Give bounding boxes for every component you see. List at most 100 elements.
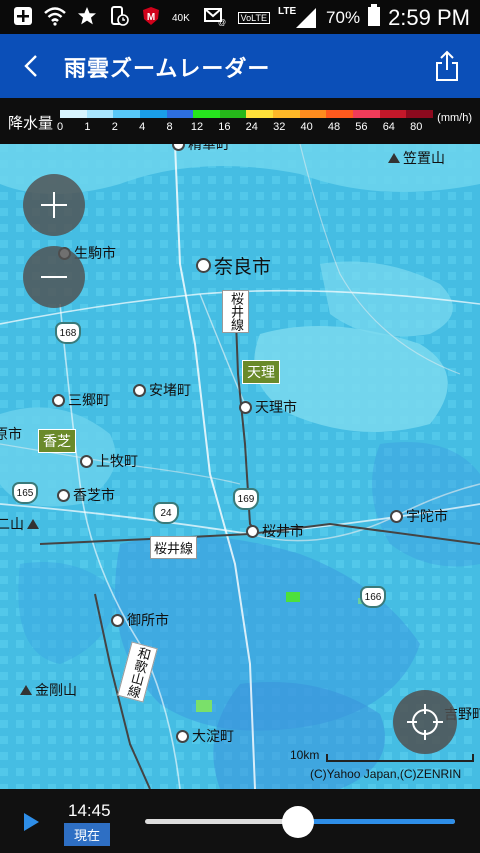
- plus-icon: [41, 192, 67, 218]
- place-dot: [176, 729, 189, 743]
- timeline-remaining: [298, 819, 455, 824]
- mountain-label: 二山: [0, 514, 39, 534]
- place-dot: [52, 393, 65, 407]
- place-dot: [57, 488, 70, 502]
- map-scale-bar: 10km: [290, 748, 474, 762]
- legend-tick-label: 2: [111, 121, 118, 133]
- legend-tick-label: 40: [300, 121, 313, 133]
- status-bar: M 40K @ VoLTE LTE 70% 2:59 PM: [0, 0, 480, 34]
- precipitation-legend: 降水量 0 1 2 4 8 12 16 24 32 40 48 56 64 80 (mm/h): [0, 98, 480, 144]
- app-bar: 雨雲ズームレーダー: [0, 34, 480, 98]
- map-copyright: (C)Yahoo Japan,(C)ZENRIN: [310, 767, 462, 781]
- place-label: 奈良市: [196, 252, 271, 279]
- legend-color-swatch: [60, 110, 87, 118]
- place-label: 安堵町: [133, 380, 191, 400]
- mcafee-icon: M: [140, 5, 162, 27]
- place-dot: [172, 144, 185, 151]
- legend-color-swatch: [353, 110, 380, 118]
- mountain-name: 笠置山: [403, 151, 445, 167]
- legend-ticks: 0 1 2 4 8 12 16 24 32 40 48 56 64 80: [52, 121, 432, 135]
- place-name: 奈良市: [214, 256, 272, 278]
- wifi-icon: [44, 5, 66, 27]
- chevron-left-icon: [24, 55, 37, 77]
- legend-tick-label: 1: [84, 121, 91, 133]
- volte-badge: VoLTE: [237, 11, 271, 24]
- place-label: 三郷町: [52, 390, 110, 410]
- star-icon: [76, 5, 98, 27]
- legend-color-swatch: [86, 110, 114, 118]
- legend-tick-label: 4: [139, 121, 146, 133]
- route-shield: 168: [55, 322, 81, 344]
- place-label: 宇陀市: [390, 506, 448, 526]
- svg-text:@: @: [218, 18, 226, 26]
- legend-color-swatch: [139, 110, 167, 118]
- svg-text:M: M: [147, 12, 155, 23]
- place-label: 上牧町: [80, 451, 138, 471]
- zoom-in-button[interactable]: [23, 174, 85, 236]
- legend-color-swatch: [379, 110, 407, 118]
- current-location-button[interactable]: [393, 690, 457, 754]
- mountain-icon: [27, 519, 39, 529]
- place-name: 御所市: [127, 613, 169, 629]
- place-name: 香芝市: [73, 488, 115, 504]
- zoom-out-button[interactable]: [23, 246, 85, 308]
- legend-tick-label: 48: [327, 121, 341, 133]
- mountain-label: 金剛山: [20, 680, 77, 700]
- route-shield: 24: [153, 502, 179, 524]
- share-button[interactable]: [432, 50, 462, 82]
- page-title: 雨雲ズームレーダー: [64, 57, 271, 82]
- timeline-slider-thumb[interactable]: [282, 806, 314, 838]
- data-speed-icon: 40K: [172, 5, 194, 27]
- lte-text: LTE: [278, 5, 297, 17]
- playback-time: 14:45: [68, 801, 111, 820]
- place-name: 精華町: [188, 144, 230, 153]
- signal-icon: LTE: [278, 6, 318, 30]
- place-dot: [196, 258, 211, 273]
- legend-tick-label: 24: [245, 121, 258, 133]
- legend-label: 降水量: [8, 114, 54, 132]
- place-name: 三郷町: [68, 393, 110, 409]
- back-button[interactable]: [18, 52, 46, 80]
- legend-tick-label: 64: [382, 121, 395, 133]
- place-label: 香芝市: [57, 485, 115, 505]
- legend-color-swatch: [273, 110, 300, 118]
- station-label-tenri: 天理: [242, 360, 280, 384]
- legend-color-swatch: [406, 110, 433, 118]
- legend-tick-label: 0: [56, 121, 64, 133]
- station-label-kashiba: 香芝: [38, 429, 76, 453]
- place-label: 天理市: [239, 397, 297, 417]
- status-time: 2:59 PM: [388, 4, 470, 30]
- place-name: 原市: [0, 427, 22, 443]
- battery-icon: [368, 4, 381, 31]
- mountain-label: 笠置山: [388, 148, 445, 168]
- place-label: 御所市: [111, 610, 169, 630]
- legend-color-swatch: [326, 110, 354, 118]
- phone-clock-icon: [108, 5, 130, 27]
- legend-tick-label: 8: [166, 121, 173, 133]
- legend-color-swatch: [299, 110, 327, 118]
- place-name: 宇陀市: [406, 509, 448, 525]
- place-label: 桜井市: [246, 521, 304, 541]
- railway-label: 桜井線: [222, 290, 249, 333]
- legend-color-swatch: [193, 110, 220, 118]
- mountain-icon: [388, 153, 400, 163]
- playback-bar: 14:45 現在: [0, 789, 480, 853]
- place-name: 桜井市: [262, 524, 304, 540]
- route-shield: 166: [360, 586, 386, 608]
- route-shield: 165: [12, 482, 38, 504]
- legend-tick-label: 56: [355, 121, 368, 133]
- legend-tick-label: 80: [410, 121, 423, 133]
- place-dot: [246, 524, 259, 538]
- mountain-name: 二山: [0, 517, 24, 533]
- scale-label: 10km: [290, 748, 320, 762]
- legend-tick-label: 16: [218, 121, 231, 133]
- battery-percent: 70%: [326, 7, 361, 27]
- place-name: 安堵町: [149, 383, 191, 399]
- mountain-name: 金剛山: [35, 683, 77, 699]
- play-button[interactable]: [24, 813, 39, 831]
- data-speed-text: 40K: [172, 13, 190, 24]
- place-dot: [80, 454, 93, 468]
- now-badge[interactable]: 現在: [64, 823, 111, 846]
- radar-map[interactable]: 精華町 笠置山 生駒市 奈良市 安堵町 三郷町 原市 天理市 上牧町 香芝市 二…: [0, 144, 480, 789]
- place-label: 大淀町: [176, 726, 234, 746]
